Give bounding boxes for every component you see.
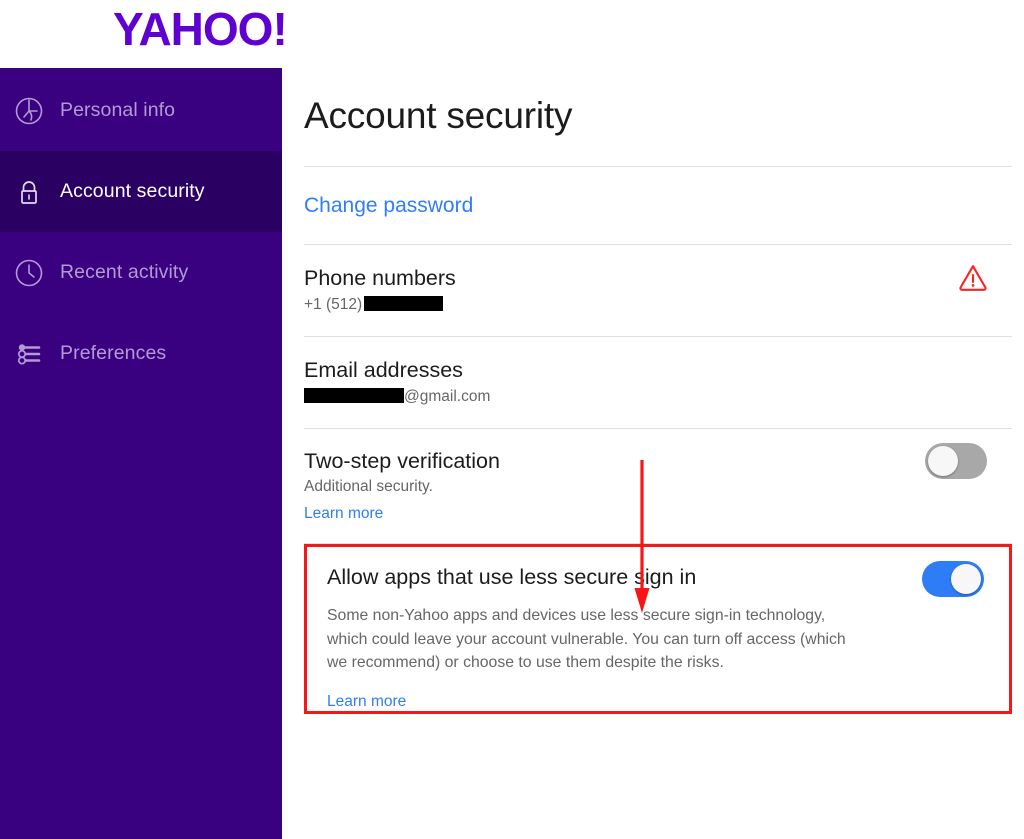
less-secure-title: Allow apps that use less secure sign in (327, 565, 697, 590)
yahoo-logo[interactable]: YAHOO! (113, 5, 288, 57)
two-step-subtitle: Additional security. (304, 478, 433, 496)
clock-icon (12, 256, 46, 290)
redacted-email-local (304, 387, 404, 403)
sidebar-item-preferences[interactable]: Preferences (0, 313, 282, 394)
phone-numbers-value: +1 (512) (304, 295, 1012, 316)
sidebar-item-label: Recent activity (60, 261, 189, 283)
page-title: Account security (304, 95, 573, 136)
sidebar-item-recent-activity[interactable]: Recent activity (0, 232, 282, 313)
sidebar: Personal info Account security Recent ac… (0, 68, 282, 839)
row-two-step-verification: Two-step verification Additional securit… (304, 429, 1024, 544)
row-less-secure-apps: Allow apps that use less secure sign in … (304, 544, 1024, 750)
less-secure-apps-toggle[interactable] (922, 561, 984, 598)
less-secure-highlight-box: Allow apps that use less secure sign in … (304, 544, 1012, 714)
main-content: Account security Change password Phone n… (282, 68, 1024, 839)
two-step-verification-toggle[interactable] (925, 442, 987, 479)
sliders-icon (12, 337, 46, 371)
email-domain: @gmail.com (404, 387, 491, 405)
lock-icon (12, 175, 46, 209)
row-email-addresses: Email addresses @gmail.com (304, 337, 1024, 428)
yahoo-logo-text: YAHOO! (113, 5, 287, 55)
two-step-learn-more-link[interactable]: Learn more (304, 505, 383, 523)
toggle-knob (951, 564, 981, 595)
row-phone-numbers: Phone numbers +1 (512) (304, 245, 1024, 336)
brand-header: YAHOO! (0, 0, 1024, 68)
sidebar-item-label: Account security (60, 180, 205, 202)
warning-triangle-icon[interactable] (958, 263, 988, 291)
toggle-knob (928, 445, 958, 476)
email-addresses-value: @gmail.com (304, 387, 1012, 408)
two-step-title: Two-step verification (304, 448, 500, 473)
profile-circle-icon (12, 94, 46, 128)
email-addresses-title: Email addresses (304, 357, 463, 382)
row-change-password: Change password (304, 167, 1024, 244)
page-body: Personal info Account security Recent ac… (0, 68, 1024, 839)
phone-numbers-title: Phone numbers (304, 266, 456, 290)
sidebar-item-label: Personal info (60, 99, 176, 121)
sidebar-item-personal-info[interactable]: Personal info (0, 70, 282, 151)
less-secure-learn-more-link[interactable]: Learn more (327, 693, 406, 711)
sidebar-item-account-security[interactable]: Account security (0, 151, 282, 232)
change-password-link[interactable]: Change password (304, 194, 473, 217)
phone-prefix: +1 (512) (304, 295, 363, 313)
sidebar-item-label: Preferences (60, 342, 167, 364)
redacted-phone-digits (364, 295, 444, 311)
less-secure-body: Some non-Yahoo apps and devices use less… (327, 607, 846, 672)
